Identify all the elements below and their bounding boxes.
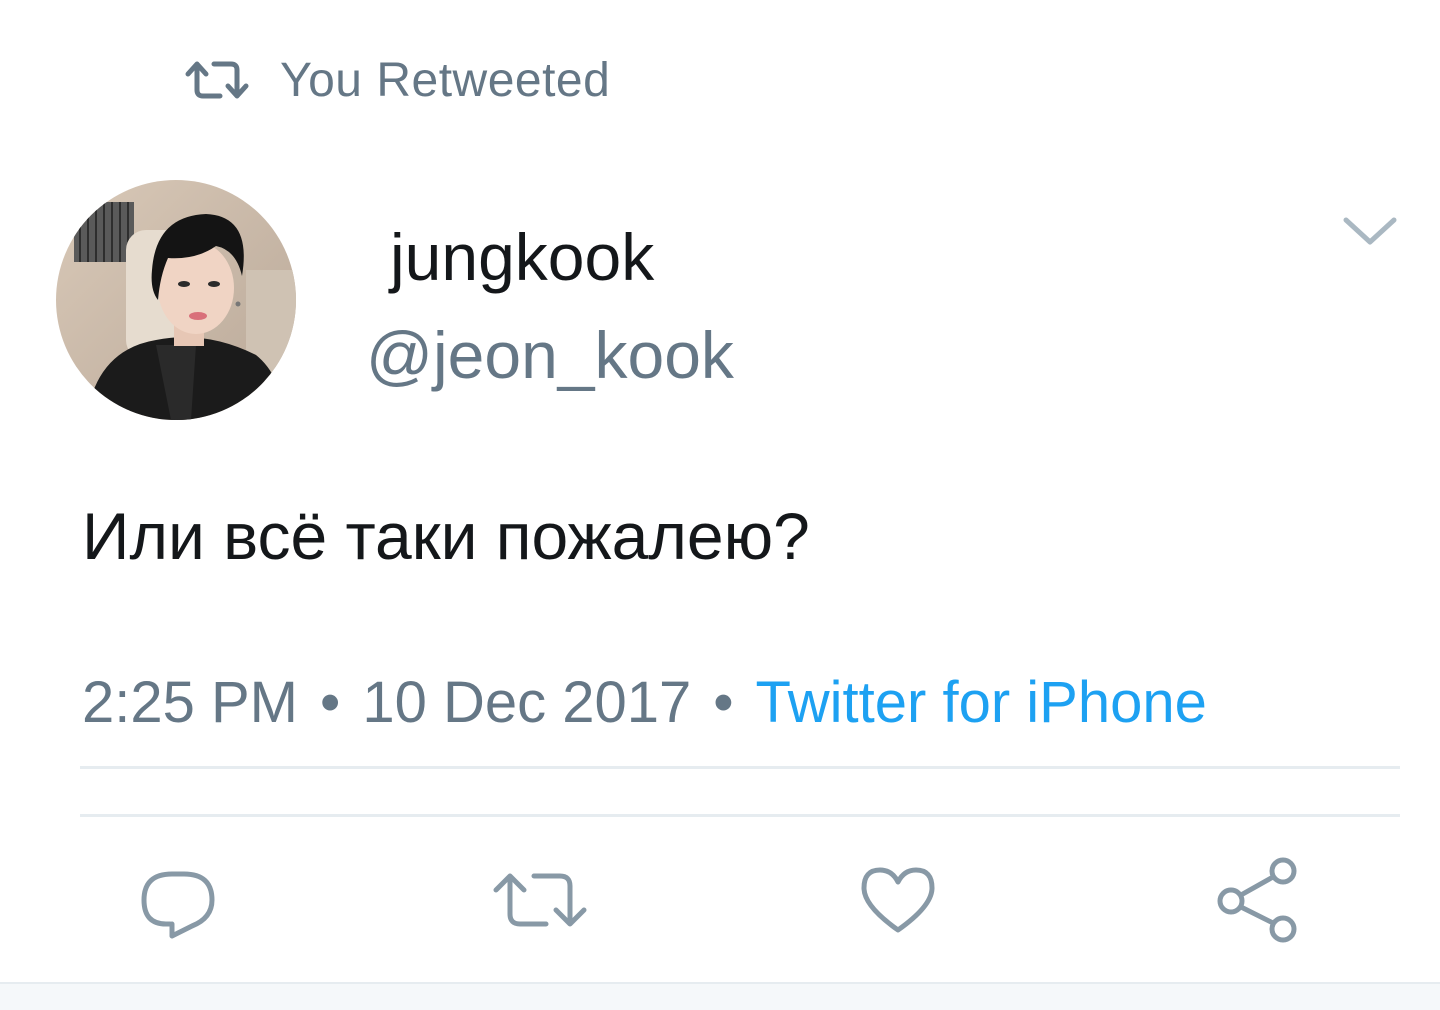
bottom-bar: [0, 982, 1440, 1010]
tweet-text: Или всё таки пожалею?: [82, 499, 810, 573]
user-handle[interactable]: @jeon_kook: [366, 316, 734, 394]
retweet-icon: [490, 864, 590, 936]
tweet-source-link[interactable]: Twitter for iPhone: [756, 670, 1207, 735]
tweet-date[interactable]: 10 Dec 2017: [362, 670, 691, 735]
reply-button[interactable]: [128, 850, 228, 950]
share-button[interactable]: [1208, 850, 1308, 950]
reply-icon: [136, 860, 220, 940]
avatar[interactable]: [56, 180, 296, 420]
display-name[interactable]: jungkook: [390, 218, 654, 296]
tweet-actions: [0, 850, 1440, 950]
retweet-context[interactable]: You Retweeted: [184, 50, 610, 110]
separator-dot: •: [713, 670, 734, 735]
retweet-context-label: You Retweeted: [280, 53, 611, 107]
divider: [80, 814, 1400, 817]
retweet-button[interactable]: [490, 850, 590, 950]
like-icon: [858, 864, 938, 936]
tweet-time[interactable]: 2:25 PM: [82, 670, 298, 735]
chevron-down-icon[interactable]: [1340, 210, 1400, 250]
like-button[interactable]: [848, 850, 948, 950]
tweet-meta: 2:25 PM • 10 Dec 2017 • Twitter for iPhone: [82, 668, 1207, 738]
divider: [80, 766, 1400, 769]
share-icon: [1213, 855, 1303, 945]
separator-dot: •: [320, 670, 341, 735]
retweet-icon: [184, 56, 250, 104]
